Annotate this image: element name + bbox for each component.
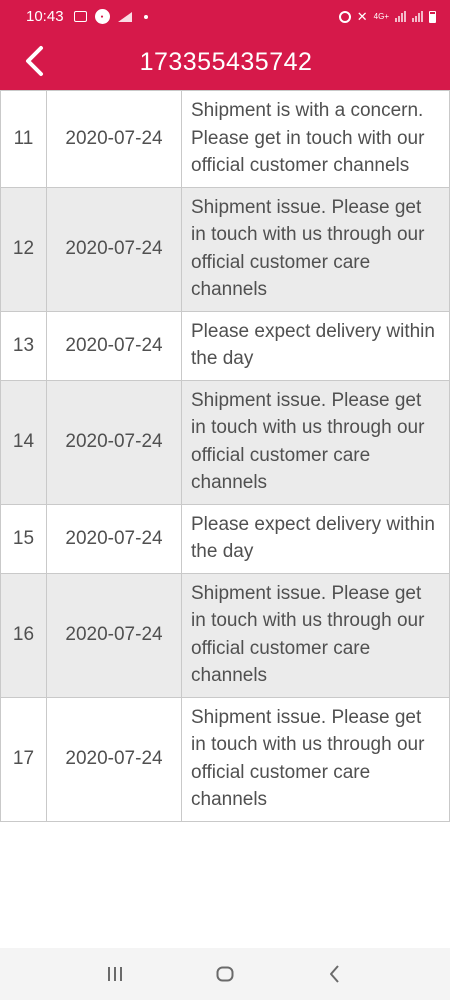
row-date: 2020-07-24 <box>46 696 182 822</box>
alarm-icon <box>338 10 351 23</box>
signal-icon-secondary <box>412 11 423 22</box>
table-row: 17 2020-07-24 Shipment issue. Please get i… <box>0 696 450 822</box>
signal-icon <box>395 11 406 22</box>
status-right: ✕ 4G+ <box>338 9 436 24</box>
app-notification-icon: ● <box>94 9 110 24</box>
image-notification-icon <box>73 11 87 22</box>
table-row: 15 2020-07-24 Please expect delivery withi… <box>0 503 450 574</box>
row-date: 2020-07-24 <box>46 186 182 312</box>
app-header: 173355435742 <box>0 33 450 90</box>
status-left: 10:43 ● <box>26 8 148 25</box>
more-notifications-icon <box>143 14 148 19</box>
row-number: 15 <box>0 503 47 574</box>
row-number: 14 <box>0 379 47 505</box>
row-date: 2020-07-24 <box>46 310 182 381</box>
system-back-button[interactable] <box>315 954 355 994</box>
page-title: 173355435742 <box>139 47 313 76</box>
row-number: 13 <box>0 310 47 381</box>
row-status-message: Shipment issue. Please get in touch with… <box>181 379 450 505</box>
system-nav-bar <box>0 948 450 1000</box>
battery-icon <box>429 10 436 23</box>
table-row: 14 2020-07-24 Shipment issue. Please get i… <box>0 379 450 505</box>
table-row: 16 2020-07-24 Shipment issue. Please get i… <box>0 572 450 698</box>
row-status-message: Shipment is with a concern. Please get i… <box>181 90 450 188</box>
row-status-message: Shipment issue. Please get in touch with… <box>181 696 450 822</box>
row-status-message: Please expect delivery within the day <box>181 310 450 381</box>
back-button[interactable] <box>16 43 52 79</box>
table-row: 12 2020-07-24 Shipment issue. Please get i… <box>0 186 450 312</box>
chevron-left-icon <box>26 46 43 76</box>
row-number: 11 <box>0 90 47 188</box>
row-status-message: Shipment issue. Please get in touch with… <box>181 572 450 698</box>
tracking-table: 11 2020-07-24 Shipment is with a concern. … <box>0 90 450 822</box>
row-date: 2020-07-24 <box>46 503 182 574</box>
row-number: 12 <box>0 186 47 312</box>
home-button[interactable] <box>205 954 245 994</box>
row-status-message: Shipment issue. Please get in touch with… <box>181 186 450 312</box>
row-date: 2020-07-24 <box>46 90 182 188</box>
table-row: 11 2020-07-24 Shipment is with a concern. … <box>0 90 450 188</box>
row-date: 2020-07-24 <box>46 379 182 505</box>
tracking-table-container[interactable]: 11 2020-07-24 Shipment is with a concern. … <box>0 90 450 822</box>
wifi-calling-icon <box>117 11 132 22</box>
home-icon <box>216 966 234 982</box>
recents-icon <box>108 967 122 981</box>
row-number: 16 <box>0 572 47 698</box>
table-row: 13 2020-07-24 Please expect delivery withi… <box>0 310 450 381</box>
network-type: 4G+ <box>373 11 389 21</box>
back-icon <box>330 965 339 983</box>
status-bar: 10:43 ● ✕ 4G+ <box>0 0 450 33</box>
row-date: 2020-07-24 <box>46 572 182 698</box>
recents-button[interactable] <box>95 954 135 994</box>
row-number: 17 <box>0 696 47 822</box>
row-status-message: Please expect delivery within the day <box>181 503 450 574</box>
status-time: 10:43 <box>26 8 64 25</box>
mute-icon: ✕ <box>356 9 368 24</box>
